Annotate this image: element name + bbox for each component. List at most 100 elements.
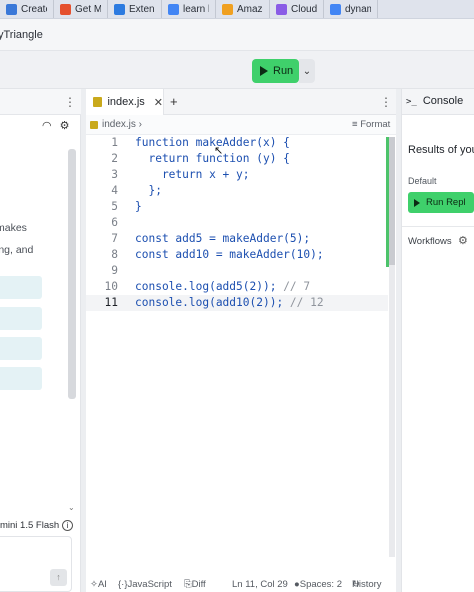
line-number: 11 xyxy=(104,296,118,309)
javascript-file-icon xyxy=(93,97,103,107)
assistant-message: makes ing, and xyxy=(0,217,33,261)
default-label: Default xyxy=(408,176,437,186)
breadcrumb: index.js › ≡ Format xyxy=(86,115,398,135)
code-text: return x + y; xyxy=(135,168,250,181)
suggestion-chip[interactable] xyxy=(0,337,42,360)
bookmark-label: Cloud xyxy=(291,3,317,15)
run-button[interactable]: Run xyxy=(252,59,299,83)
bookmark-favicon-icon xyxy=(6,3,17,15)
line-number: 2 xyxy=(111,152,118,165)
more-options-icon[interactable]: ⋮ xyxy=(380,95,392,109)
bookmark-favicon-icon xyxy=(222,3,233,15)
run-repl-label: Run Repl xyxy=(426,197,466,208)
divider xyxy=(402,226,474,227)
bookmark-label: Extend xyxy=(129,3,155,15)
suggestion-chip[interactable] xyxy=(0,276,42,299)
tab-index-js[interactable]: index.js ✕ xyxy=(86,89,164,115)
assistant-message-line: makes xyxy=(0,222,27,234)
bookmark-item[interactable]: Amazo xyxy=(216,0,270,18)
bookmark-favicon-icon xyxy=(276,3,287,15)
editor-status-bar: ✧ AI {·} JavaScript ⎘ Diff Ln 11, Col 29… xyxy=(86,579,398,592)
run-toolbar: Run ⌄ xyxy=(0,51,474,89)
gear-icon[interactable]: ⚙ xyxy=(60,120,70,132)
assistant-panel: ⋮ ◠ ⚙ makes ing, and ⌄ mini 1.5 Flashi ↑ xyxy=(0,89,81,592)
console-tab-bar: >_ Console xyxy=(402,89,474,115)
bookmark-label: learn b xyxy=(183,3,209,15)
tab-label: index.js xyxy=(107,96,145,108)
close-icon[interactable]: ✕ xyxy=(154,96,163,109)
code-area[interactable]: 1 function makeAdder(x) { 2 return functio… xyxy=(86,135,398,565)
code-line[interactable]: return function (y) { xyxy=(135,151,289,167)
code-comment: // 12 xyxy=(289,296,324,309)
play-icon xyxy=(260,66,268,76)
indent-setting[interactable]: ● Spaces: 2 xyxy=(294,579,342,590)
bookmark-item[interactable]: Cloud xyxy=(270,0,324,18)
scroll-down-icon[interactable]: ⌄ xyxy=(68,503,75,512)
run-button-label: Run xyxy=(273,65,294,77)
repl-name[interactable]: yTriangle xyxy=(0,29,43,41)
line-number: 3 xyxy=(111,168,118,181)
line-number: 6 xyxy=(111,216,118,229)
run-options-dropdown[interactable]: ⌄ xyxy=(299,59,315,83)
ai-label: AI xyxy=(97,579,107,590)
bookmark-item[interactable]: Get Mi xyxy=(54,0,108,18)
code-line[interactable]: const add5 = makeAdder(5); xyxy=(135,231,310,247)
ai-toggle[interactable]: ✧ AI xyxy=(90,579,107,590)
console-tab-label: Console xyxy=(422,95,464,107)
code-line[interactable]: } xyxy=(135,199,142,215)
history-button[interactable]: History ↻ xyxy=(352,579,382,590)
breadcrumb-label: index.js › xyxy=(102,119,143,130)
browser-bookmarks-bar: Create Get Mi Extend learn b Amazo Cloud dynam xyxy=(0,0,474,19)
tab-console[interactable]: >_ Console xyxy=(406,95,463,107)
workflows-label: Workflows xyxy=(408,236,452,247)
format-button[interactable]: ≡ Format xyxy=(352,119,390,130)
model-selector[interactable]: mini 1.5 Flash i xyxy=(0,516,74,536)
run-repl-button[interactable]: Run Repl xyxy=(408,192,474,213)
terminal-icon: >_ xyxy=(406,97,417,107)
mouse-pointer-icon: ↖ xyxy=(214,145,224,157)
code-line[interactable]: function makeAdder(x) { xyxy=(135,135,290,151)
code-text: console.log(add5(2)); xyxy=(135,280,284,293)
bookmark-favicon-icon xyxy=(330,3,341,15)
suggestion-chip[interactable] xyxy=(0,307,42,330)
cursor-position[interactable]: Ln 11, Col 29 xyxy=(232,579,288,590)
model-label: mini 1.5 Flash xyxy=(0,520,60,531)
bookmark-favicon-icon xyxy=(168,3,179,15)
breadcrumb-file[interactable]: index.js › xyxy=(90,119,142,130)
code-line[interactable]: console.log(add5(2)); // 7 xyxy=(135,279,310,295)
spaces-label: Spaces: 2 xyxy=(299,579,342,590)
code-text: const add10 = makeAdder(10); xyxy=(135,248,324,261)
bookmark-label: Create xyxy=(21,3,47,15)
bookmark-item[interactable]: learn b xyxy=(162,0,216,18)
add-tab-button[interactable]: + xyxy=(170,94,178,109)
console-panel: >_ Console Results of you Default Run Rep… xyxy=(401,89,474,592)
send-button[interactable]: ↑ xyxy=(50,569,67,586)
info-icon[interactable]: i xyxy=(62,520,74,531)
speed-icon[interactable]: ◠ xyxy=(42,120,52,132)
code-line[interactable]: console.log(add10(2)); // 12 xyxy=(135,295,324,311)
gear-icon[interactable]: ⚙ xyxy=(458,234,468,247)
format-label: Format xyxy=(360,119,391,130)
more-options-icon[interactable]: ⋮ xyxy=(64,95,76,109)
diff-label: Diff xyxy=(191,579,206,590)
code-text: }; xyxy=(135,184,162,197)
bookmark-item[interactable]: Extend xyxy=(108,0,162,18)
code-line[interactable]: }; xyxy=(135,183,162,199)
editor-scrollbar-thumb[interactable] xyxy=(389,137,395,265)
history-label: History xyxy=(352,579,382,590)
bookmark-item[interactable]: Create xyxy=(0,0,54,18)
language-selector[interactable]: {·} JavaScript xyxy=(118,579,172,590)
assistant-scrollbar[interactable] xyxy=(68,149,76,399)
code-text: const add5 = makeAdder(5); xyxy=(135,232,311,245)
assistant-message-line: ing, and xyxy=(0,244,34,256)
bookmark-item[interactable]: dynam xyxy=(324,0,378,18)
code-comment: // 7 xyxy=(283,280,311,293)
repl-title-bar: yTriangle xyxy=(0,19,474,51)
diff-toggle[interactable]: ⎘ Diff xyxy=(184,579,206,590)
suggestion-chip[interactable] xyxy=(0,367,42,390)
code-line[interactable]: const add10 = makeAdder(10); xyxy=(135,247,324,263)
code-text: console.log(add10(2)); xyxy=(135,296,290,309)
code-line[interactable]: return x + y; xyxy=(135,167,250,183)
bookmark-label: Amazo xyxy=(237,3,263,15)
line-number: 1 xyxy=(111,136,118,149)
